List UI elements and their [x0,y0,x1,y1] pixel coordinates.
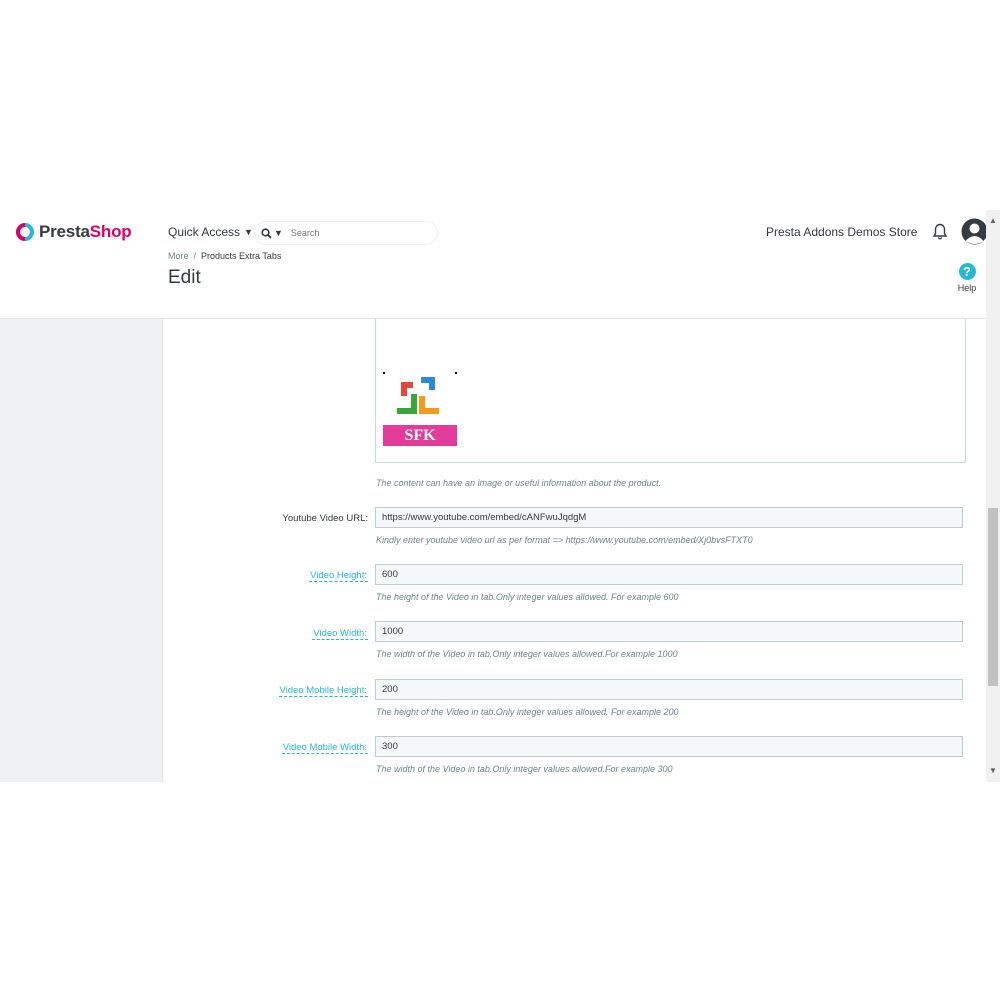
video-width-input[interactable] [375,621,963,642]
prestashop-logo[interactable]: PrestaShop [16,222,132,242]
admin-screen: PrestaShop Quick Access ▼ ▼ Presta Addon… [0,210,1000,782]
video-mobile-width-hint: The width of the Video in tab.Only integ… [376,764,673,774]
help-label: Help [957,283,977,293]
caret-down-icon: ▼ [244,227,253,237]
video-height-label: Video Height: [163,570,368,582]
form-content: SFK The content can have an image or use… [163,319,986,782]
help-icon: ? [958,263,976,280]
sidebar [0,319,163,782]
sfk-logo-image[interactable]: SFK [383,372,457,446]
breadcrumb: More / Products Extra Tabs [168,251,281,261]
video-width-label: Video Width: [163,628,368,640]
help-button[interactable]: ? Help [955,263,979,293]
editor-hint: The content can have an image or useful … [376,478,662,488]
breadcrumb-parent[interactable]: More [168,251,189,261]
sfk-logo-text: SFK [383,425,457,446]
search-input[interactable] [288,227,423,239]
logo-text-presta: Presta [39,222,90,241]
logo-icon [16,223,34,241]
search-icon [261,227,272,239]
youtube-url-input[interactable] [375,507,963,528]
logo-text-shop: Shop [89,222,132,241]
video-width-tooltip[interactable]: Video Width: [312,628,368,640]
video-height-hint: The height of the Video in tab.Only inte… [376,592,679,602]
scroll-down-arrow-icon[interactable]: ▼ [986,766,1000,775]
video-mobile-height-input[interactable] [375,679,963,700]
video-mobile-height-tooltip[interactable]: Video Mobile Height: [278,685,368,697]
page-title: Edit [168,267,201,288]
header: PrestaShop Quick Access ▼ ▼ Presta Addon… [0,210,988,319]
video-height-input[interactable] [375,564,963,585]
youtube-url-label-text: Youtube Video URL: [282,513,368,524]
content-editor[interactable]: SFK [375,319,966,463]
video-height-tooltip[interactable]: Video Height: [309,570,368,582]
bell-icon[interactable] [932,223,948,241]
quick-access-dropdown[interactable]: Quick Access ▼ [168,225,253,239]
video-mobile-height-label: Video Mobile Height: [163,685,368,697]
vertical-scrollbar[interactable]: ▲ ▼ [986,210,1000,782]
search-bar: ▼ [254,221,438,245]
logo-text: PrestaShop [39,222,132,242]
search-type-button[interactable]: ▼ [255,227,289,239]
search-caret-icon: ▼ [274,228,283,238]
video-mobile-width-label: Video Mobile Width: [163,742,368,754]
video-width-hint: The width of the Video in tab.Only integ… [376,649,678,659]
quick-access-label: Quick Access [168,225,241,239]
video-mobile-height-hint: The height of the Video in tab.Only inte… [376,707,679,717]
video-mobile-width-tooltip[interactable]: Video Mobile Width: [281,742,368,754]
scrollbar-thumb[interactable] [988,508,998,686]
sfk-logo-mark [383,372,457,414]
youtube-url-label: Youtube Video URL: [163,513,368,524]
youtube-url-hint: Kindly enter youtube video url as per fo… [376,535,753,545]
scroll-up-arrow-icon[interactable]: ▲ [986,216,1000,225]
breadcrumb-current[interactable]: Products Extra Tabs [201,251,281,261]
breadcrumb-separator: / [193,251,197,261]
store-name-link[interactable]: Presta Addons Demos Store [766,225,917,239]
video-mobile-width-input[interactable] [375,736,963,757]
avatar-icon[interactable] [961,218,988,245]
